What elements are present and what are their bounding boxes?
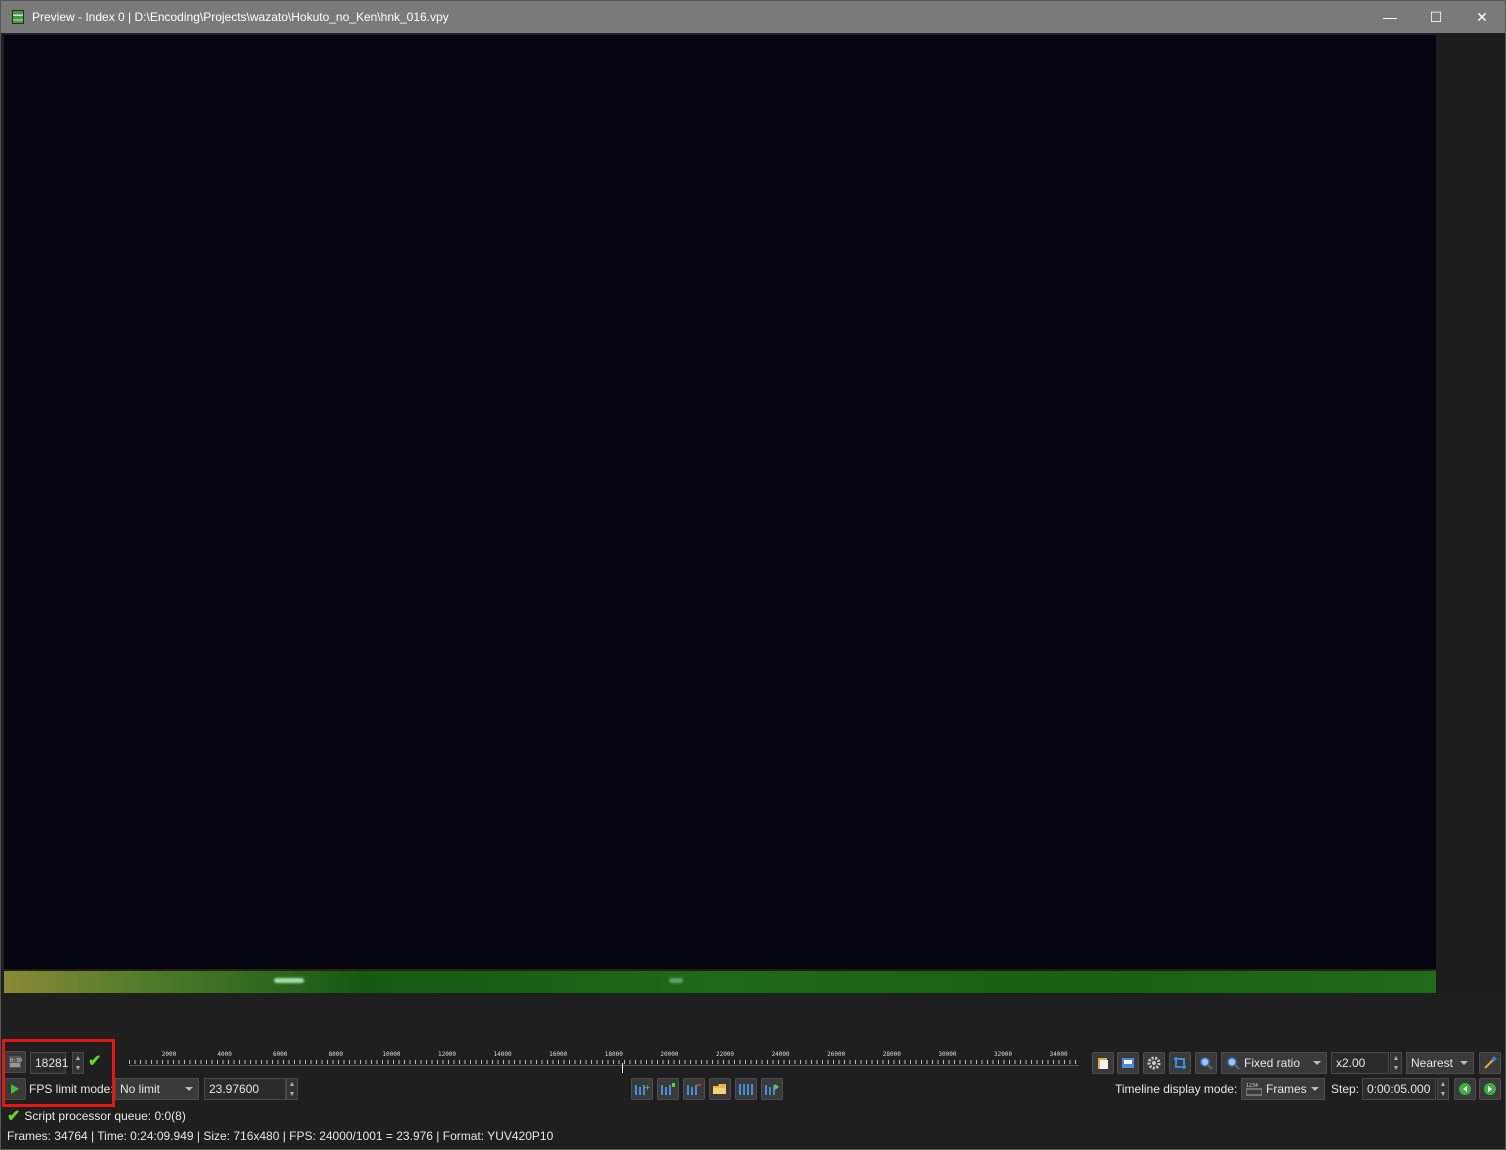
app-film-icon: [12, 10, 24, 24]
step-input[interactable]: 0:00:05.000: [1362, 1078, 1436, 1100]
zoom-icon[interactable]: [1195, 1052, 1217, 1074]
zoom-mode-value: Fixed ratio: [1244, 1056, 1301, 1070]
video-highlight: [669, 978, 683, 983]
step-label: Step:: [1331, 1082, 1360, 1096]
timeline-tick-label: 12000: [437, 1051, 457, 1058]
title-bar[interactable]: Preview - Index 0 | D:\Encoding\Projects…: [1, 1, 1505, 33]
frame-number-input[interactable]: 18281: [30, 1052, 68, 1074]
fps-limit-label: FPS limit mode:: [29, 1082, 114, 1096]
play-icon[interactable]: [4, 1078, 26, 1100]
copy-frame-icon[interactable]: [1092, 1052, 1114, 1074]
timeline-tick-label: 10000: [382, 1051, 401, 1058]
timeline-tick-label: 32000: [993, 1051, 1013, 1058]
color-picker-icon[interactable]: [1479, 1052, 1501, 1074]
bookmark-next-icon[interactable]: [761, 1078, 783, 1100]
scale-mode-value: Nearest: [1411, 1056, 1454, 1070]
timeline-tick-label: 8000: [328, 1051, 344, 1058]
preview-window: Preview - Index 0 | D:\Encoding\Projects…: [0, 0, 1506, 1150]
timeline-tick-label: 20000: [660, 1051, 679, 1058]
timeline-mode-value: Frames: [1266, 1082, 1307, 1096]
frame-counter-icon[interactable]: 0:30: [4, 1051, 26, 1073]
chevron-down-icon: [1311, 1087, 1319, 1091]
save-snapshot-icon[interactable]: [1117, 1052, 1139, 1074]
zoom-mode-select[interactable]: Fixed ratio: [1221, 1052, 1327, 1074]
folder-open-icon[interactable]: [709, 1078, 731, 1100]
window-title: Preview - Index 0 | D:\Encoding\Projects…: [32, 10, 449, 24]
timeline-tick-label: 34000: [1049, 1051, 1068, 1058]
playback-row: FPS limit mode: No limit 23.97600 ▲ ▼ + T…: [1, 1077, 1505, 1103]
timeline-tick-label: 30000: [938, 1051, 957, 1058]
chevron-down-icon: [185, 1087, 193, 1091]
timeline-slider[interactable]: 2000 4000 6000 8000 10000 12000 14000 16000 1800…: [129, 1051, 1079, 1073]
timeline-tick-label: 26000: [827, 1051, 846, 1058]
timeline-tick-label: 14000: [493, 1051, 512, 1058]
frame-row: 0:30 18281 ▲ ▼ ✔ 2000 4000 6000 8000 10000 120…: [1, 1049, 1505, 1077]
timeline-mode-select[interactable]: 1234 Frames: [1241, 1078, 1325, 1100]
bookmark-add-icon[interactable]: +: [631, 1078, 653, 1100]
bookmark-remove-icon[interactable]: [683, 1078, 705, 1100]
timeline-tick-label: 4000: [217, 1051, 232, 1058]
step-spinner[interactable]: ▲ ▼: [1437, 1078, 1449, 1100]
timeline-tick-label: 2000: [161, 1051, 177, 1058]
fps-limit-value: No limit: [120, 1082, 161, 1096]
checkmark-icon: ✔: [7, 1108, 21, 1125]
checkmark-icon: ✔: [88, 1053, 102, 1070]
video-info-status: Frames: 34764 | Time: 0:24:09.949 | Size…: [7, 1129, 554, 1143]
queue-status-text: Script processor queue: 0:0(8): [24, 1109, 186, 1123]
fps-limit-select[interactable]: No limit: [115, 1078, 199, 1100]
zoom-ratio-spinner[interactable]: ▲ ▼: [1390, 1052, 1402, 1074]
video-preview-area[interactable]: [4, 35, 1436, 993]
svg-text:+: +: [644, 1083, 650, 1092]
svg-text:1234: 1234: [1246, 1083, 1258, 1089]
chevron-down-icon: [1313, 1061, 1321, 1065]
step-back-icon[interactable]: [1454, 1078, 1476, 1100]
timeline-tick-label: 28000: [882, 1051, 901, 1058]
step-forward-icon[interactable]: [1479, 1078, 1501, 1100]
svg-text:0:30: 0:30: [10, 1058, 22, 1064]
timeline-mode-label: Timeline display mode:: [1115, 1082, 1238, 1096]
scale-mode-select[interactable]: Nearest: [1406, 1052, 1474, 1074]
zoom-ratio-input[interactable]: x2.00: [1331, 1052, 1389, 1074]
fps-value-input[interactable]: 23.97600: [204, 1078, 286, 1100]
timeline-tick-label: 24000: [771, 1051, 790, 1058]
chevron-down-icon: [1460, 1061, 1468, 1065]
frame-number-spinner[interactable]: ▲ ▼: [72, 1052, 84, 1074]
timeline-ticks: [129, 1060, 1079, 1064]
preview-side-gap: [1436, 35, 1504, 993]
crop-icon[interactable]: [1169, 1052, 1191, 1074]
maximize-button[interactable]: ☐: [1413, 1, 1459, 33]
timeline-track: [129, 1065, 1079, 1066]
video-content-ground: [4, 971, 1436, 993]
timeline-position-marker[interactable]: [621, 1063, 623, 1073]
timeline-tick-label: 16000: [549, 1051, 568, 1058]
timeline-tick-label: 6000: [272, 1051, 288, 1058]
bookmark-list-icon[interactable]: [657, 1078, 679, 1100]
timeline-tick-label: 22000: [715, 1051, 735, 1058]
bookmarks-icon[interactable]: [735, 1078, 757, 1100]
minimize-button[interactable]: —: [1367, 1, 1413, 33]
timeline-tick-label: 18000: [604, 1051, 623, 1058]
settings-gear-icon[interactable]: [1143, 1052, 1165, 1074]
close-button[interactable]: ✕: [1459, 1, 1505, 33]
video-highlight: [274, 978, 304, 983]
queue-status: ✔ Script processor queue: 0:0(8): [7, 1108, 186, 1125]
fps-value-spinner[interactable]: ▲ ▼: [286, 1078, 298, 1100]
